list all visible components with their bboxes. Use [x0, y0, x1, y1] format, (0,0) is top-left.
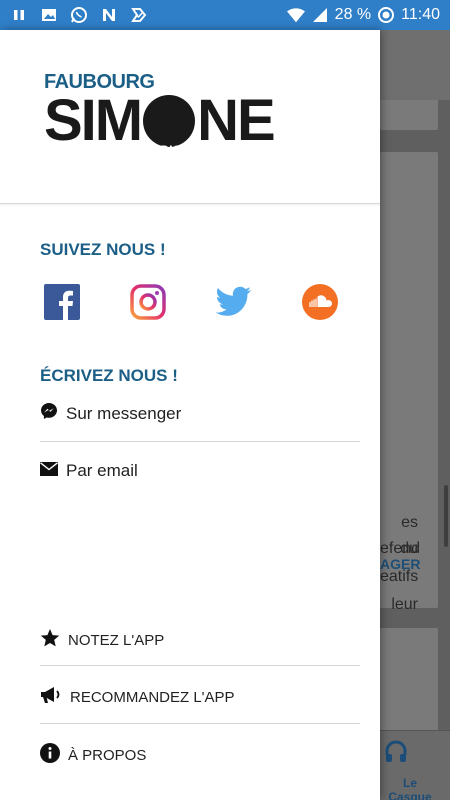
megaphone-icon — [40, 686, 62, 709]
background-app[interactable]: es du efend eatifs leur AGER Le Casque — [380, 30, 450, 800]
follow-us-title: SUIVEZ NOUS ! — [40, 240, 166, 259]
divider — [40, 441, 360, 442]
whatsapp-notification-icon — [70, 6, 88, 24]
download-done-notification-icon — [130, 6, 148, 24]
recommend-app-label: RECOMMANDEZ L'APP — [70, 689, 235, 706]
facebook-icon[interactable] — [44, 284, 80, 320]
n-notification-icon — [100, 6, 118, 24]
background-text: leur — [391, 596, 418, 613]
email-contact-button[interactable]: Par email — [40, 461, 360, 481]
twitter-icon[interactable] — [216, 284, 252, 320]
clock: 11:40 — [401, 6, 440, 23]
background-bottom-nav[interactable]: Le Casque — [380, 730, 450, 800]
battery-saver-icon — [377, 6, 395, 24]
rate-app-label: NOTEZ L'APP — [68, 632, 165, 649]
recommend-app-button[interactable]: RECOMMANDEZ L'APP — [40, 686, 360, 709]
rate-app-button[interactable]: NOTEZ L'APP — [40, 628, 360, 653]
background-card: es du efend eatifs leur AGER — [380, 152, 438, 613]
nav-label-le-casque[interactable]: Le Casque — [380, 776, 440, 800]
social-links — [44, 284, 338, 320]
about-button[interactable]: À PROPOS — [40, 743, 360, 768]
write-us-title: ÉCRIVEZ NOUS ! — [40, 366, 178, 385]
about-label: À PROPOS — [68, 747, 147, 764]
star-icon — [40, 628, 60, 653]
email-icon — [40, 461, 58, 481]
navigation-drawer: FAUBOURG SIM LA RADIO NE SUIVEZ NOUS ! É… — [0, 30, 380, 800]
logo-main-right: NE — [197, 88, 276, 153]
messenger-contact-button[interactable]: Sur messenger — [40, 402, 360, 425]
divider — [40, 723, 360, 724]
divider — [40, 665, 360, 666]
logo-main-left: SIM — [44, 88, 143, 153]
battery-percent: 28 % — [334, 6, 372, 23]
email-label: Par email — [66, 461, 138, 480]
drawer-header: FAUBOURG SIM LA RADIO NE — [0, 30, 380, 204]
background-action-button[interactable]: AGER — [380, 556, 420, 572]
soundcloud-icon[interactable] — [302, 284, 338, 320]
image-notification-icon — [40, 6, 58, 24]
status-bar: 28 % 11:40 — [0, 0, 450, 30]
headphones-icon — [383, 739, 409, 770]
wifi-icon — [286, 6, 305, 24]
station-logo: FAUBOURG SIM LA RADIO NE — [44, 72, 276, 157]
messenger-icon — [40, 402, 58, 425]
messenger-label: Sur messenger — [66, 403, 182, 423]
logo-circle: LA RADIO — [143, 85, 196, 157]
pause-notification-icon — [10, 6, 28, 24]
logo-main-text: SIM LA RADIO NE — [44, 85, 276, 157]
background-card — [380, 628, 438, 738]
instagram-icon[interactable] — [130, 284, 166, 320]
background-toolbar — [380, 30, 450, 100]
background-scrollbar — [444, 485, 448, 547]
signal-icon — [311, 6, 329, 24]
info-icon — [40, 743, 60, 768]
